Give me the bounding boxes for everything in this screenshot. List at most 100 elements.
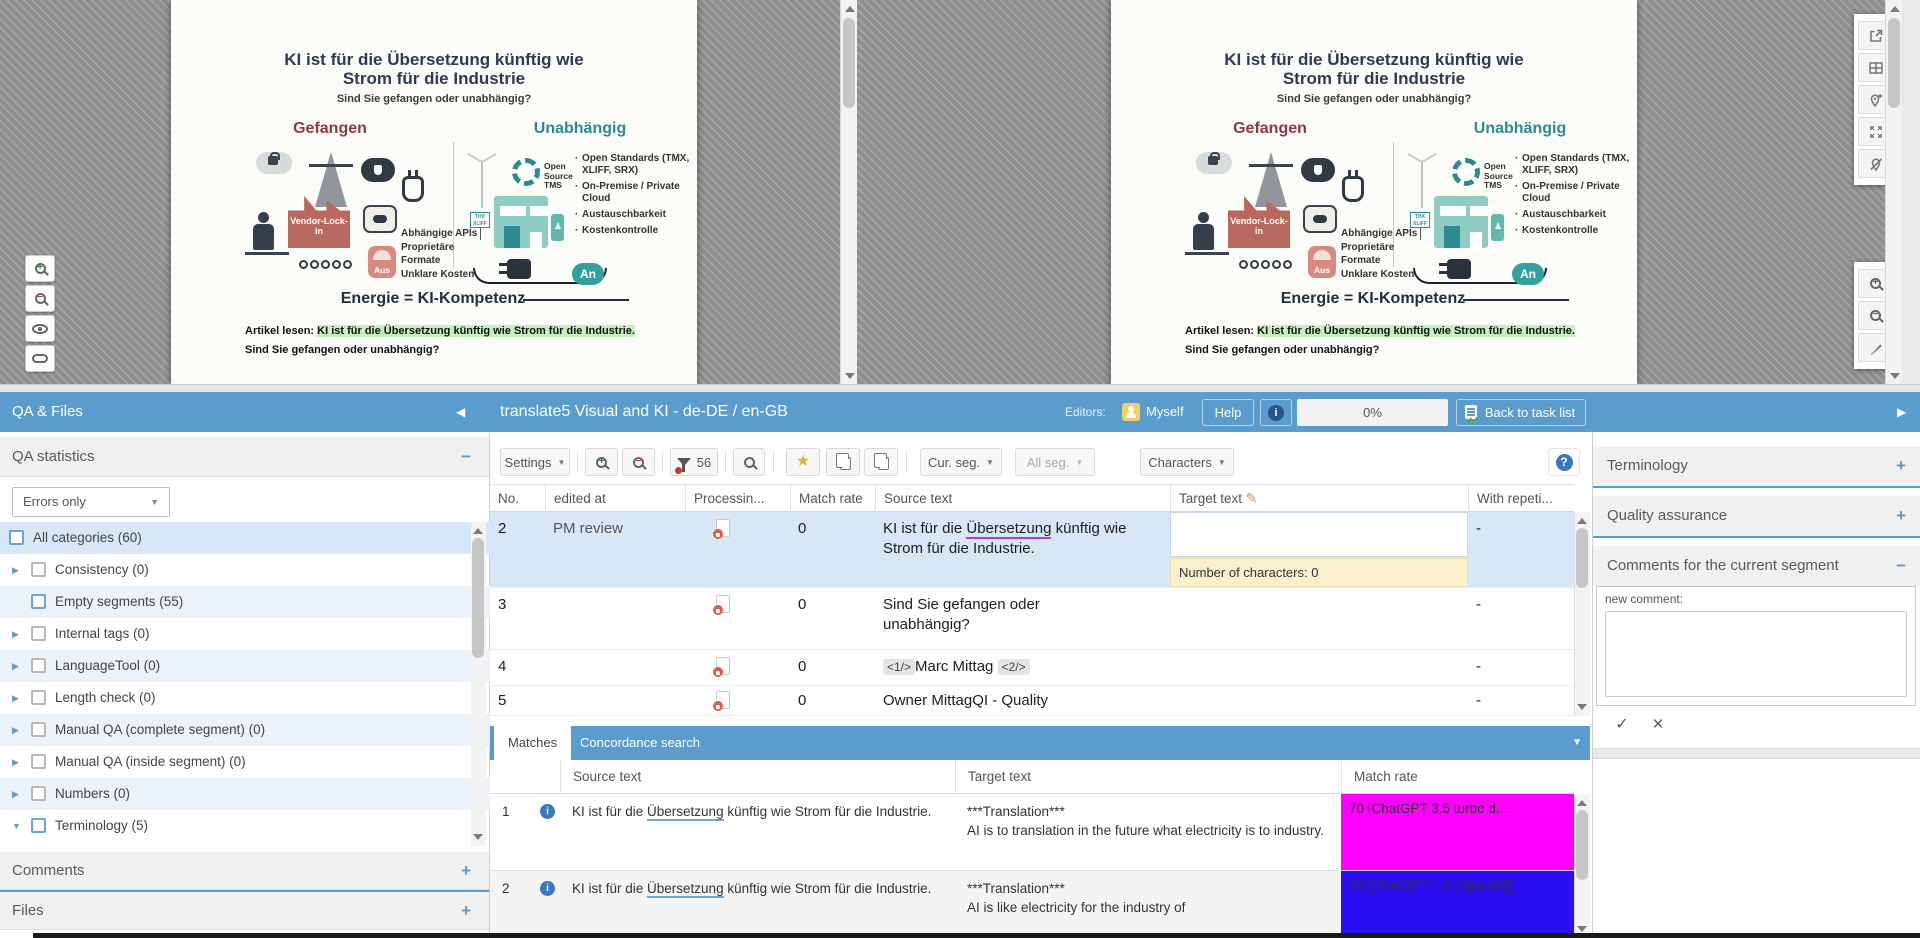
tab-concordance-search[interactable]: Concordance search xyxy=(566,726,714,760)
grid-scrollbar[interactable] xyxy=(1574,512,1590,716)
collapse-arrow-icon[interactable] xyxy=(12,810,21,842)
scroll-up-icon[interactable] xyxy=(473,528,483,534)
expand-arrow-icon[interactable] xyxy=(12,714,19,746)
scrollbar-thumb[interactable] xyxy=(472,538,484,658)
info-button[interactable] xyxy=(1260,399,1292,426)
checkbox[interactable] xyxy=(31,722,46,737)
scroll-down-icon[interactable] xyxy=(845,373,855,379)
checkbox[interactable] xyxy=(31,818,46,833)
scroll-down-icon[interactable] xyxy=(1890,373,1900,379)
info-icon[interactable] xyxy=(540,881,555,896)
zoom-in-button[interactable]: + xyxy=(25,255,55,282)
matches-scrollbar[interactable] xyxy=(1574,794,1590,938)
col-with-repetitions[interactable]: With repeti... xyxy=(1468,485,1574,513)
filter-button[interactable]: 56 xyxy=(670,448,718,476)
scroll-up-icon[interactable] xyxy=(1890,6,1900,12)
show-segments-button[interactable] xyxy=(25,315,55,342)
expand-plus-icon[interactable]: + xyxy=(461,892,471,930)
checkbox[interactable] xyxy=(31,786,46,801)
col-no[interactable]: No. xyxy=(490,485,545,513)
collapse-minus-icon[interactable]: − xyxy=(1896,546,1906,586)
collapse-minus-icon[interactable]: − xyxy=(461,437,471,477)
scroll-down-icon[interactable] xyxy=(473,834,483,840)
scrollbar-thumb[interactable] xyxy=(1576,528,1588,588)
col-processing[interactable]: Processin... xyxy=(685,485,790,513)
article-line2[interactable]: Sind Sie gefangen oder unabhängig? xyxy=(1185,341,1625,360)
expand-plus-icon[interactable]: + xyxy=(461,852,471,890)
terminology-panel-header[interactable]: Terminology + xyxy=(1593,446,1920,486)
info-icon[interactable] xyxy=(540,804,555,819)
article-line2[interactable]: Sind Sie gefangen oder unabhängig? xyxy=(245,341,685,360)
copy-target-button[interactable] xyxy=(864,448,898,476)
scroll-up-icon[interactable] xyxy=(1577,800,1587,806)
qa-category-languagetool[interactable]: LanguageTool (0) xyxy=(0,650,490,682)
col-edited-at[interactable]: edited at xyxy=(545,485,685,513)
checkbox[interactable] xyxy=(31,754,46,769)
cancel-comment-button[interactable]: × xyxy=(1645,714,1671,736)
checkbox[interactable] xyxy=(31,562,46,577)
expand-arrow-icon[interactable] xyxy=(12,554,19,586)
copy-source-button[interactable] xyxy=(826,448,860,476)
qa-category-numbers[interactable]: Numbers (0) xyxy=(0,778,490,810)
scroll-down-icon[interactable] xyxy=(1577,926,1587,932)
qa-category-all[interactable]: All categories (60) xyxy=(0,522,490,554)
bookmark-button[interactable]: ★ xyxy=(786,448,820,476)
qa-category-terminology[interactable]: Terminology (5) xyxy=(0,810,490,842)
grid-help-button[interactable] xyxy=(1548,448,1580,476)
scroll-down-icon[interactable] xyxy=(1577,704,1587,710)
search-button[interactable] xyxy=(733,448,765,476)
expand-arrow-icon[interactable] xyxy=(12,618,19,650)
expand-plus-icon[interactable]: + xyxy=(1896,446,1906,486)
target-page-preview[interactable]: KI ist für die Übersetzung künftig wie S… xyxy=(1111,0,1637,385)
right-pane-scrollbar[interactable] xyxy=(1885,0,1902,385)
qa-category-manual-qa-inside[interactable]: Manual QA (inside segment) (0) xyxy=(0,746,490,778)
zoom-out-button[interactable]: − xyxy=(25,285,55,312)
qa-statistics-header[interactable]: QA statistics − xyxy=(0,437,489,477)
expand-plus-icon[interactable]: + xyxy=(1896,496,1906,536)
scrollbar-thumb[interactable] xyxy=(1576,810,1588,880)
qa-category-consistency[interactable]: Consistency (0) xyxy=(0,554,490,586)
qa-category-manual-qa-complete[interactable]: Manual QA (complete segment) (0) xyxy=(0,714,490,746)
help-button[interactable]: Help xyxy=(1202,399,1254,426)
col-target-text[interactable]: Target text ✎ xyxy=(1170,485,1468,513)
col-source-text[interactable]: Source text xyxy=(875,485,1170,513)
expand-arrow-icon[interactable] xyxy=(12,778,19,810)
settings-button[interactable]: Settings▼ xyxy=(500,448,570,476)
new-comment-input[interactable] xyxy=(1605,611,1907,697)
comments-section-header[interactable]: Comments + xyxy=(0,852,489,890)
expand-arrow-icon[interactable] xyxy=(12,682,19,714)
match-row[interactable]: 2 KI ist für die Übersetzung künftig wie… xyxy=(490,871,1574,938)
zoom-in-grid-button[interactable]: + xyxy=(585,448,618,476)
sidebar-scrollbar[interactable] xyxy=(471,522,486,846)
segment-row[interactable]: 2 PM review 0 KI ist für die Übersetzung… xyxy=(490,512,1574,588)
expand-arrow-icon[interactable] xyxy=(12,650,19,682)
save-comment-button[interactable]: ✓ xyxy=(1609,714,1635,734)
segment-row[interactable]: 3 0 Sind Sie gefangen oder unabhängig? - xyxy=(490,588,1574,650)
checkbox[interactable] xyxy=(31,594,46,609)
scroll-up-icon[interactable] xyxy=(1577,518,1587,524)
left-pane-scrollbar[interactable] xyxy=(840,0,857,385)
qa-category-length-check[interactable]: Length check (0) xyxy=(0,682,490,714)
quality-assurance-panel-header[interactable]: Quality assurance + xyxy=(1593,496,1920,536)
article-segment-highlight[interactable]: KI ist für die Übersetzung künftig wie S… xyxy=(317,325,635,337)
source-page-preview[interactable]: KI ist für die Übersetzung künftig wie S… xyxy=(171,0,697,385)
collapse-matches-arrow[interactable]: ▼ xyxy=(1572,726,1582,760)
expand-arrow-icon[interactable] xyxy=(12,746,19,778)
col-match-rate[interactable]: Match rate xyxy=(790,485,875,513)
qa-category-empty-segments[interactable]: Empty segments (55) xyxy=(0,586,490,618)
checkbox[interactable] xyxy=(31,626,46,641)
col-target-text[interactable]: Target text xyxy=(955,760,1341,794)
checkbox[interactable] xyxy=(9,530,24,545)
characters-dropdown[interactable]: Characters▼ xyxy=(1140,448,1234,476)
col-source-text[interactable]: Source text xyxy=(560,760,955,794)
segment-comments-panel-header[interactable]: Comments for the current segment − xyxy=(1593,546,1920,586)
tab-matches[interactable]: Matches xyxy=(494,726,571,760)
scroll-up-icon[interactable] xyxy=(845,6,855,12)
article-segment-highlight[interactable]: KI ist für die Übersetzung künftig wie S… xyxy=(1257,325,1575,337)
qa-category-internal-tags[interactable]: Internal tags (0) xyxy=(0,618,490,650)
checkbox[interactable] xyxy=(31,658,46,673)
toggle-overlay-button[interactable] xyxy=(25,345,55,372)
segment-row[interactable]: 4 0 <1/>Marc Mittag <2/> - xyxy=(490,650,1574,686)
match-row[interactable]: 1 KI ist für die Übersetzung künftig wie… xyxy=(490,794,1574,871)
col-match-rate[interactable]: Match rate xyxy=(1341,760,1574,794)
